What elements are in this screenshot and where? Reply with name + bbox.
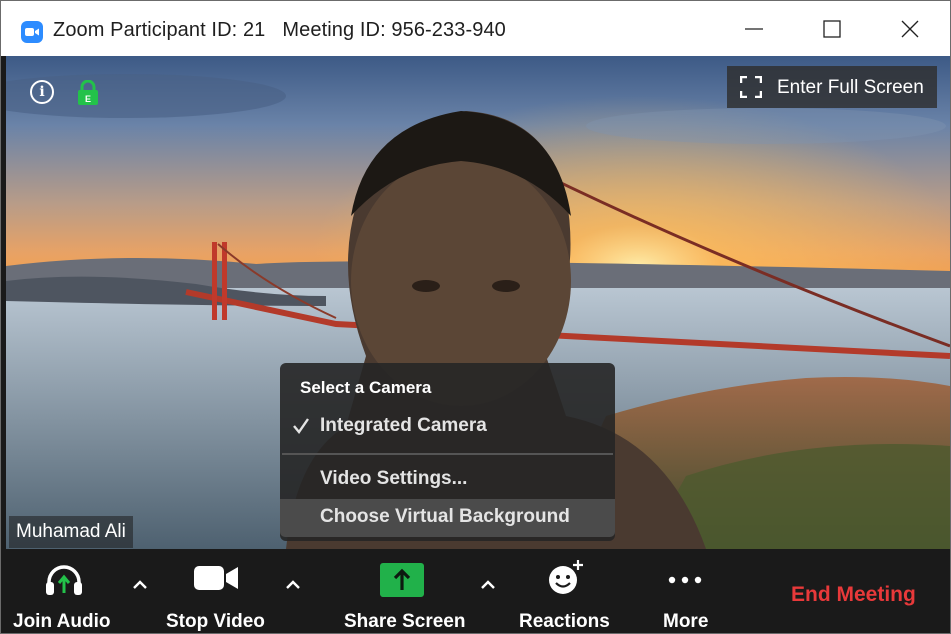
lock-letter: E	[85, 94, 91, 104]
participant-name-tag: Muhamad Ali	[9, 516, 133, 548]
more-button[interactable]: More	[641, 549, 731, 633]
menu-item-integrated-camera[interactable]: Integrated Camera	[280, 408, 615, 444]
share-screen-icon	[380, 563, 424, 597]
menu-item-video-settings[interactable]: Video Settings...	[280, 461, 615, 497]
stop-video-label: Stop Video	[166, 611, 265, 632]
share-screen-button[interactable]: Share Screen	[331, 549, 471, 633]
meeting-info-icon[interactable]: i	[30, 80, 54, 104]
minimize-icon	[745, 27, 763, 30]
menu-divider	[282, 453, 613, 455]
zoom-logo-icon	[21, 21, 43, 43]
window-title: Zoom Participant ID: 21 Meeting ID: 956-…	[53, 19, 506, 41]
join-audio-button[interactable]: Join Audio	[1, 549, 126, 633]
end-meeting-button[interactable]: End Meeting	[791, 583, 916, 607]
maximize-icon	[823, 19, 841, 38]
menu-item-label: Integrated Camera	[320, 415, 487, 436]
close-button[interactable]	[871, 1, 949, 56]
checkmark-icon	[293, 418, 309, 434]
maximize-button[interactable]	[793, 1, 871, 56]
reactions-label: Reactions	[519, 611, 610, 632]
minimize-button[interactable]	[715, 1, 793, 56]
video-options-chevron-up-icon[interactable]	[283, 575, 303, 595]
stop-video-button[interactable]: Stop Video	[153, 549, 278, 633]
more-dots-icon	[668, 576, 702, 584]
share-options-chevron-up-icon[interactable]	[478, 575, 498, 595]
menu-item-choose-virtual-background[interactable]: Choose Virtual Background	[280, 499, 615, 537]
full-screen-label: Enter Full Screen	[777, 77, 924, 98]
more-label: More	[663, 611, 709, 632]
join-audio-label: Join Audio	[13, 611, 111, 632]
share-screen-label: Share Screen	[344, 611, 466, 632]
audio-options-chevron-up-icon[interactable]	[130, 575, 150, 595]
camera-menu: Select a Camera Integrated Camera Video …	[280, 363, 615, 541]
enter-full-screen-button[interactable]: Enter Full Screen	[727, 66, 937, 108]
camera-menu-header: Select a Camera	[300, 378, 432, 397]
encryption-lock-icon[interactable]: E	[77, 80, 99, 106]
meeting-toolbar: Join Audio Stop Video Share Screen React…	[1, 549, 950, 633]
zoom-meeting-window: Zoom Participant ID: 21 Meeting ID: 956-…	[0, 0, 951, 634]
fullscreen-icon	[740, 76, 762, 98]
video-area[interactable]: i E Enter Full Screen Muhamad Ali Select…	[6, 56, 950, 549]
smiley-plus-icon	[549, 560, 583, 594]
menu-item-label: Choose Virtual Background	[320, 506, 570, 527]
reactions-button[interactable]: Reactions	[506, 549, 621, 633]
video-camera-icon	[194, 566, 238, 590]
menu-item-label: Video Settings...	[320, 468, 468, 489]
close-icon	[901, 20, 919, 37]
title-bar: Zoom Participant ID: 21 Meeting ID: 956-…	[1, 1, 950, 56]
headphones-icon	[46, 565, 82, 595]
